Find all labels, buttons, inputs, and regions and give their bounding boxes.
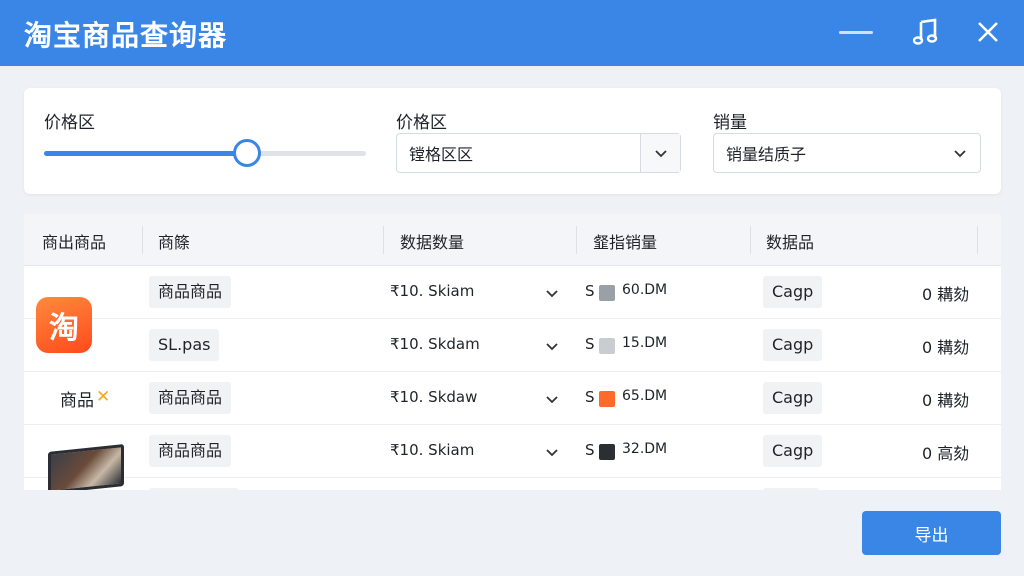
category-tag: Cagp [763,382,823,414]
sales-value: 65.DM [622,388,668,404]
price-value: ₹10. Skiam [390,441,475,459]
column-header-sales[interactable]: 韰指销量 [593,229,657,253]
table-row[interactable]: 商品商品 ₹10. Skdaw S 65.DM Cagp 0 耩劾 [24,372,1001,425]
sales-select[interactable]: 销量结质子 [713,133,981,173]
chevron-down-icon[interactable] [544,444,560,460]
column-divider [977,226,978,254]
product-name-tag: 商品商品 [149,435,232,467]
minimize-button[interactable] [836,14,876,50]
category-tag: Cagp [763,276,823,308]
title-bar: 淘宝商品查询器 [0,0,1024,66]
price-select-label: 价格区 [396,113,447,133]
brand-x-icon: ✕ [96,387,111,407]
export-button[interactable]: 导出 [862,511,1001,555]
sales-select-value: 销量结质子 [726,145,807,164]
minimize-icon [839,30,873,34]
product-thumb-icon [599,338,615,354]
sales-prefix: S [585,388,595,406]
close-icon [978,22,998,42]
price-select[interactable]: 镗格区区 [396,133,681,173]
product-thumb-icon [599,391,615,407]
slider-fill [44,151,247,156]
product-name-tag: 商品商品 [149,276,232,308]
price-value: ₹10. Skiam [390,282,475,300]
column-header-category[interactable]: 数据品 [766,229,814,253]
price-select-value: 镗格区区 [409,145,474,164]
price-range-label: 价格区 [44,113,95,133]
category-tag: Cagp [763,329,823,361]
product-thumb-icon [599,444,615,460]
sales-value: 60.DM [622,282,668,298]
brand-logo-text: 商品 [60,391,94,411]
chevron-down-icon[interactable] [544,338,560,354]
product-table: 商出商品 商篨 数据数量 韰指销量 数据品 商品商品 ₹10. Skiam S … [24,214,1001,490]
table-row[interactable]: 商品商品 ₹10. Skiam S 60.DM Cagp 0 耩劾 [24,266,1001,319]
sales-prefix: S [585,282,595,300]
status-text: 0 耩劾 [922,338,970,357]
column-divider [750,226,751,254]
chevron-down-icon[interactable] [544,285,560,301]
table-row[interactable] [24,478,1001,490]
music-note-icon [913,18,938,45]
price-range-slider[interactable] [44,139,366,167]
price-value: ₹10. Skdaw [390,388,478,406]
column-divider [383,226,384,254]
laptop-product-image[interactable] [48,444,124,494]
close-button[interactable] [968,14,1008,50]
product-thumb-icon [599,285,615,301]
status-text: 0 高劾 [922,444,970,463]
chevron-down-icon[interactable] [940,134,980,172]
chevron-down-icon[interactable] [544,391,560,407]
sales-value: 32.DM [622,441,668,457]
status-text: 0 耩劾 [922,285,970,304]
column-divider [576,226,577,254]
sales-prefix: S [585,335,595,353]
window-title: 淘宝商品查询器 [24,19,228,52]
column-header-quantity[interactable]: 数据数量 [400,229,464,253]
chevron-down-icon[interactable] [640,134,680,172]
taobao-app-logo[interactable]: 淘 [36,297,92,353]
column-divider [142,226,143,254]
table-row[interactable]: 商品商品 ₹10. Skiam S 32.DM Cagp 0 高劾 [24,425,1001,478]
price-value: ₹10. Skdam [390,335,480,353]
table-header: 商出商品 商篨 数据数量 韰指销量 数据品 [24,214,1001,266]
product-name-tag: SL.pas [149,329,220,361]
column-header-name[interactable]: 商篨 [158,229,190,253]
music-button[interactable] [906,14,946,50]
sales-prefix: S [585,441,595,459]
sales-value: 15.DM [622,335,668,351]
column-header-product[interactable]: 商出商品 [42,229,106,253]
filter-panel: 价格区 价格区 镗格区区 销量 销量结质子 [24,88,1001,194]
product-name-tag: 商品商品 [149,382,232,414]
table-row[interactable]: SL.pas ₹10. Skdam S 15.DM Cagp 0 耩劾 [24,319,1001,372]
slider-handle[interactable] [232,139,261,167]
category-tag: Cagp [763,435,823,467]
status-text: 0 耩劾 [922,391,970,410]
sales-select-label: 销量 [713,113,747,133]
